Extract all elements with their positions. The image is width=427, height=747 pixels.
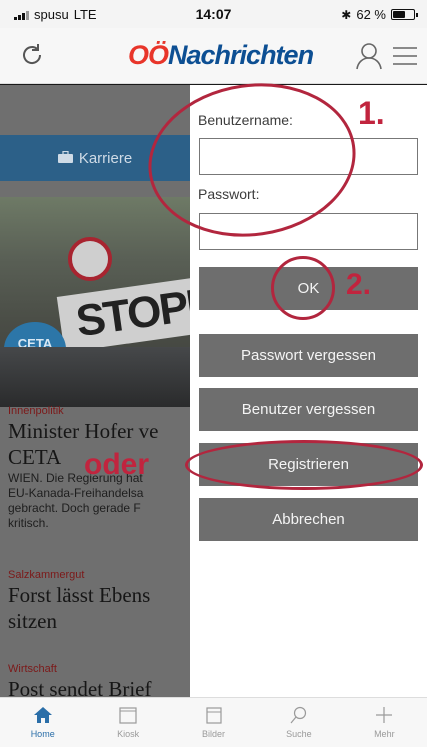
article-headline-line2: sitzen xyxy=(8,609,57,633)
annotation-ring-ok xyxy=(271,256,335,320)
plus-icon xyxy=(376,707,393,723)
search-icon xyxy=(290,706,307,724)
tab-label: Kiosk xyxy=(117,729,140,739)
reload-icon[interactable] xyxy=(18,41,46,74)
briefcase-icon xyxy=(57,150,73,167)
tab-label: Mehr xyxy=(374,729,395,739)
tab-label: Bilder xyxy=(202,729,226,739)
user-icon[interactable] xyxy=(356,42,382,75)
article-headline: Minister Hofer ve xyxy=(8,419,159,443)
images-icon xyxy=(205,707,222,724)
logo-blue-part: Nachrichten xyxy=(168,40,314,70)
status-right: ✱ 62 % xyxy=(341,7,418,22)
forgot-user-button[interactable]: Benutzer vergessen xyxy=(199,388,418,431)
menu-icon[interactable] xyxy=(392,46,418,71)
app-logo: OÖNachrichten xyxy=(128,40,314,71)
annotation-step-1: 1. xyxy=(358,95,385,131)
tab-home[interactable]: Home xyxy=(0,698,85,747)
tab-more[interactable]: Mehr xyxy=(342,698,427,747)
tab-label: Home xyxy=(30,729,55,739)
article-category: Wirtschaft xyxy=(8,663,57,675)
teaser-line: kritisch. xyxy=(8,516,49,530)
article-item[interactable]: Salzkammergut Forst lässt Ebens sitzen xyxy=(0,569,190,633)
annotation-ring-register xyxy=(185,440,423,490)
battery-percent: 62 % xyxy=(356,7,386,22)
forgot-password-button[interactable]: Passwort vergessen xyxy=(199,334,418,377)
tab-bar: Home Kiosk Bilder Suche Mehr xyxy=(0,697,427,747)
protest-sign-round xyxy=(68,237,112,281)
tab-label: Suche xyxy=(286,729,312,739)
teaser-line: gebracht. Doch gerade F xyxy=(8,501,141,515)
status-bar: spusu LTE 14:07 ✱ 62 % xyxy=(0,0,427,28)
article-category: Innenpolitik xyxy=(8,405,64,417)
battery-icon xyxy=(391,9,418,20)
annotation-or: oder xyxy=(84,448,150,481)
tab-search[interactable]: Suche xyxy=(256,698,341,747)
crowd-shape xyxy=(0,347,190,407)
career-label: Karriere xyxy=(78,149,133,167)
tab-kiosk[interactable]: Kiosk xyxy=(85,698,170,747)
tab-images[interactable]: Bilder xyxy=(171,698,256,747)
kiosk-icon xyxy=(119,707,137,724)
app-header: OÖNachrichten xyxy=(0,28,427,84)
teaser-line: EU-Kanada-Freihandelsa xyxy=(8,486,144,500)
article-headline: Forst lässt Ebens xyxy=(8,583,151,607)
annotation-step-2: 2. xyxy=(346,268,372,301)
cancel-button[interactable]: Abbrechen xyxy=(199,498,418,541)
home-icon xyxy=(33,707,52,723)
article-headline: Post sendet Brief xyxy=(8,677,152,697)
protest-sign: STOPP xyxy=(56,277,190,353)
logo-red-part: OÖ xyxy=(128,40,169,70)
news-photo[interactable]: STOPP CETA xyxy=(0,197,190,407)
article-item[interactable]: Wirtschaft Post sendet Brief xyxy=(0,663,190,697)
article-category: Salzkammergut xyxy=(8,569,85,581)
bluetooth-icon: ✱ xyxy=(341,7,352,22)
